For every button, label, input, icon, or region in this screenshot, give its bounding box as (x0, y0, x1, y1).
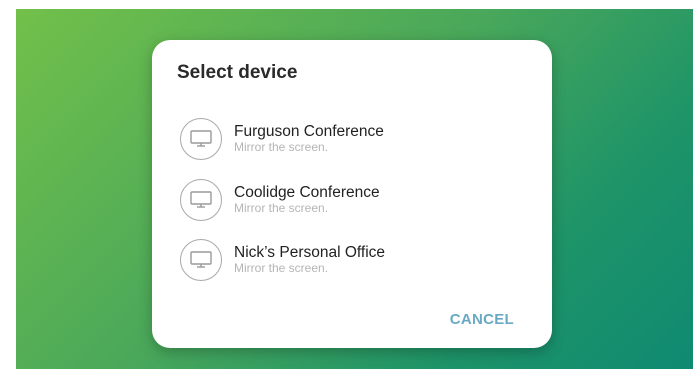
device-item-furguson-conference[interactable]: Furguson Conference Mirror the screen. (180, 118, 520, 162)
device-subtitle: Mirror the screen. (234, 140, 329, 154)
select-device-dialog: Select device Furguson Conference Mirror… (152, 40, 552, 348)
device-item-coolidge-conference[interactable]: Coolidge Conference Mirror the screen. (180, 179, 520, 223)
monitor-icon (180, 239, 222, 281)
device-name: Furguson Conference (234, 123, 384, 140)
device-name: Nick’s Personal Office (234, 244, 386, 261)
device-subtitle: Mirror the screen. (234, 261, 329, 275)
device-subtitle: Mirror the screen. (234, 201, 329, 215)
cancel-button[interactable]: CANCEL (450, 311, 514, 328)
monitor-icon (180, 118, 222, 160)
device-name: Coolidge Conference (234, 184, 380, 201)
dialog-title: Select device (177, 62, 298, 83)
monitor-icon (180, 179, 222, 221)
device-item-nicks-personal-office[interactable]: Nick’s Personal Office Mirror the screen… (180, 239, 520, 283)
